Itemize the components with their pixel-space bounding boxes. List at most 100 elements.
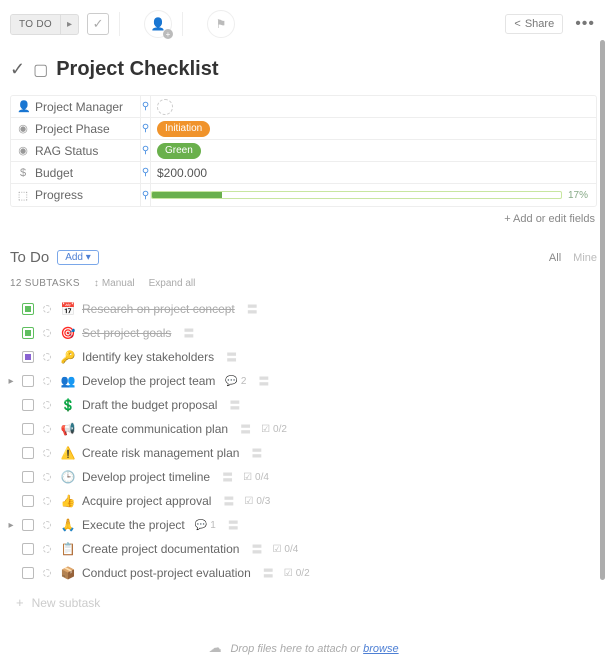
task-checkbox[interactable]: [22, 375, 34, 387]
flag-button[interactable]: ⚑: [207, 10, 235, 38]
trail-icon: 〓: [240, 421, 251, 437]
user-icon: 👤: [151, 17, 166, 31]
link-icon[interactable]: [40, 566, 54, 580]
status-label: TO DO: [11, 15, 60, 34]
expand-all[interactable]: Expand all: [149, 278, 196, 289]
task-emoji: 👥: [60, 374, 76, 388]
more-menu[interactable]: •••: [573, 15, 597, 33]
task-row[interactable]: ▸🕒Develop project timeline〓☑0/4: [6, 465, 607, 489]
pin-icon[interactable]: ⚲: [141, 118, 151, 139]
browse-link[interactable]: browse: [363, 643, 398, 655]
task-row[interactable]: ▸📦Conduct post-project evaluation〓☑0/2: [6, 561, 607, 585]
link-icon[interactable]: [40, 542, 54, 556]
pin-icon[interactable]: ⚲: [141, 140, 151, 161]
pin-icon[interactable]: ⚲: [141, 162, 151, 183]
new-subtask[interactable]: + New subtask: [0, 585, 607, 610]
task-row[interactable]: ▸ 🙏 Execute the project 💬1 〓: [6, 513, 607, 537]
scrollbar[interactable]: [600, 40, 605, 580]
task-checkbox[interactable]: [22, 519, 34, 531]
avatar-placeholder[interactable]: [157, 99, 173, 115]
link-icon[interactable]: [40, 374, 54, 388]
pin-icon[interactable]: ⚲: [141, 96, 151, 117]
task-title: Execute the project: [82, 518, 185, 532]
status-pill: Initiation: [157, 121, 210, 137]
task-emoji: 📢: [60, 422, 76, 436]
task-checkbox[interactable]: [22, 471, 34, 483]
link-icon[interactable]: [40, 446, 54, 460]
subtask-progress[interactable]: ☑0/2: [261, 424, 287, 435]
field-row: ◉Project Phase⚲Initiation: [11, 118, 596, 140]
field-label: Progress: [35, 188, 83, 202]
task-row[interactable]: ▸🎯Set project goals〓: [6, 321, 607, 345]
field-value[interactable]: Green: [151, 140, 596, 161]
link-icon[interactable]: [40, 350, 54, 364]
link-icon[interactable]: [40, 518, 54, 532]
new-subtask-label: New subtask: [32, 596, 101, 610]
trail-icon: 〓: [226, 349, 237, 365]
task-checkbox[interactable]: [22, 351, 34, 363]
task-emoji: 📦: [60, 566, 76, 580]
trail-icon: 〓: [228, 517, 239, 533]
complete-toggle[interactable]: ✓: [87, 13, 109, 35]
expand-toggle[interactable]: ▸: [6, 520, 16, 531]
task-row[interactable]: ▸🔑Identify key stakeholders〓: [6, 345, 607, 369]
view-all[interactable]: All: [549, 252, 561, 264]
task-emoji: 🙏: [60, 518, 76, 532]
subtask-progress[interactable]: ☑0/4: [243, 472, 269, 483]
task-row[interactable]: ▸⚠️Create risk management plan〓: [6, 441, 607, 465]
trail-icon: 〓: [222, 469, 233, 485]
task-checkbox[interactable]: [22, 543, 34, 555]
task-row[interactable]: ▸📢Create communication plan〓☑0/2: [6, 417, 607, 441]
task-row[interactable]: ▸📋Create project documentation〓☑0/4: [6, 537, 607, 561]
link-icon[interactable]: [40, 302, 54, 316]
add-button[interactable]: Add ▾: [57, 250, 99, 265]
task-checkbox[interactable]: [22, 495, 34, 507]
status-dropdown[interactable]: TO DO ▸: [10, 14, 79, 35]
field-value[interactable]: 17%: [151, 190, 596, 201]
attachment-dropzone[interactable]: ☁ Drop files here to attach or browse: [0, 640, 607, 656]
task-checkbox[interactable]: [22, 399, 34, 411]
task-row[interactable]: ▸👥Develop the project team💬2〓: [6, 369, 607, 393]
flag-icon: ⚑: [216, 17, 227, 31]
page-title: Project Checklist: [56, 58, 218, 81]
link-icon[interactable]: [40, 470, 54, 484]
link-icon[interactable]: [40, 326, 54, 340]
link-icon[interactable]: [40, 422, 54, 436]
subtask-progress[interactable]: ☑0/2: [284, 568, 310, 579]
task-checkbox[interactable]: [22, 303, 34, 315]
subtask-progress[interactable]: ☑0/4: [272, 544, 298, 555]
comment-count[interactable]: 💬2: [225, 376, 246, 387]
task-row[interactable]: ▸📅Research on project concept〓: [6, 297, 607, 321]
field-name: ◉RAG Status: [11, 140, 141, 161]
task-checkbox[interactable]: [22, 447, 34, 459]
field-label: Project Manager: [35, 100, 123, 114]
sort-button[interactable]: ↕Manual: [94, 278, 135, 289]
task-title: Develop the project team: [82, 374, 215, 388]
task-emoji: 💲: [60, 398, 76, 412]
plus-icon: +: [163, 29, 173, 39]
field-icon: ◉: [17, 122, 29, 135]
subtask-icon: ☑: [244, 496, 253, 507]
link-icon[interactable]: [40, 494, 54, 508]
comment-count[interactable]: 💬1: [195, 520, 216, 531]
custom-fields: 👤Project Manager⚲◉Project Phase⚲Initiati…: [10, 95, 597, 207]
field-icon: 👤: [17, 100, 29, 113]
field-value[interactable]: [151, 96, 596, 117]
expand-toggle[interactable]: ▸: [6, 376, 16, 387]
link-icon[interactable]: [40, 398, 54, 412]
field-value[interactable]: Initiation: [151, 118, 596, 139]
view-mine[interactable]: Mine: [573, 252, 597, 264]
task-emoji: ⚠️: [60, 446, 76, 460]
pin-icon[interactable]: ⚲: [141, 184, 151, 206]
task-emoji: 📅: [60, 302, 76, 316]
assignee-add[interactable]: 👤 +: [144, 10, 172, 38]
task-checkbox[interactable]: [22, 327, 34, 339]
field-value[interactable]: $200.000: [151, 162, 596, 183]
task-row[interactable]: ▸👍Acquire project approval〓☑0/3: [6, 489, 607, 513]
share-button[interactable]: < Share: [505, 14, 563, 34]
task-checkbox[interactable]: [22, 423, 34, 435]
task-checkbox[interactable]: [22, 567, 34, 579]
subtask-progress[interactable]: ☑0/3: [244, 496, 270, 507]
add-edit-fields[interactable]: + Add or edit fields: [0, 207, 607, 225]
task-row[interactable]: ▸💲Draft the budget proposal〓: [6, 393, 607, 417]
